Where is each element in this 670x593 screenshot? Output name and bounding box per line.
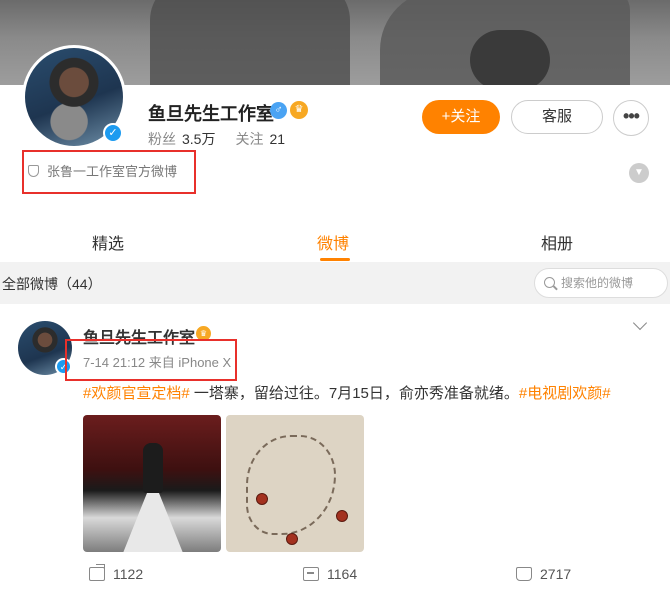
thumbs-up-icon bbox=[516, 567, 532, 581]
hashtag-link[interactable]: #电视剧欢颜# bbox=[519, 385, 611, 402]
more-options-button[interactable]: ••• bbox=[613, 100, 649, 136]
map-marker bbox=[336, 510, 348, 522]
search-input[interactable] bbox=[561, 274, 665, 292]
hashtag-link[interactable]: #欢颜官宣定档# bbox=[83, 385, 190, 402]
map-marker bbox=[256, 493, 268, 505]
profile-name: 鱼旦先生工作室 bbox=[148, 104, 274, 124]
search-icon bbox=[544, 277, 555, 288]
follow-button-label: 关注 bbox=[450, 108, 481, 125]
post-image-map[interactable] bbox=[226, 415, 364, 552]
map-marker bbox=[286, 533, 298, 545]
filter-bar: 全部微博（44） bbox=[0, 262, 670, 304]
profile-stats: 粉丝 3.5万 关注 21 bbox=[148, 129, 305, 149]
shield-icon bbox=[28, 165, 39, 177]
post-body: 一塔寨，留给过往。7月15日，俞亦秀准备就绪。 bbox=[189, 385, 519, 402]
post-meta: 7-14 21:12 来自 iPhone X bbox=[83, 352, 231, 371]
post-actions: 1122 1164 2717 bbox=[0, 558, 670, 588]
description-text: 张鲁一工作室官方微博 bbox=[47, 164, 178, 179]
tab-weibo[interactable]: 微博 bbox=[317, 230, 349, 254]
post-time[interactable]: 7-14 21:12 bbox=[83, 355, 145, 370]
post-source: 来自 iPhone X bbox=[148, 355, 232, 370]
post-text: #欢颜官宣定档# 一塔寨，留给过往。7月15日，俞亦秀准备就绪。#电视剧欢颜# bbox=[83, 382, 611, 403]
followers-label: 粉丝 bbox=[148, 131, 176, 147]
comment-button[interactable]: 1164 bbox=[303, 566, 357, 582]
verified-icon: ✓ bbox=[103, 123, 123, 143]
profile-avatar[interactable]: ✓ bbox=[22, 45, 126, 149]
map-path bbox=[246, 435, 336, 535]
male-icon: ♂ bbox=[270, 102, 287, 119]
all-posts-filter[interactable]: 全部微博（44） bbox=[2, 274, 102, 294]
cover-hands bbox=[470, 30, 550, 85]
poster-road bbox=[123, 493, 183, 552]
chevron-down-icon[interactable]: ▼ bbox=[629, 163, 649, 183]
active-tab-indicator bbox=[320, 258, 350, 261]
share-icon bbox=[89, 564, 105, 581]
followers-count[interactable]: 3.5万 bbox=[182, 131, 215, 147]
tab-featured[interactable]: 精选 bbox=[92, 230, 124, 254]
following-count[interactable]: 21 bbox=[269, 131, 285, 147]
post-card: ✓ 鱼旦先生工作室 ♛ 7-14 21:12 来自 iPhone X #欢颜官宣… bbox=[0, 304, 670, 593]
tab-album[interactable]: 相册 bbox=[541, 230, 573, 254]
profile-description: 张鲁一工作室官方微博 bbox=[22, 150, 196, 194]
customer-service-button[interactable]: 客服 bbox=[511, 100, 603, 134]
comment-icon bbox=[303, 567, 319, 581]
cover-figure-left bbox=[150, 0, 350, 85]
crown-icon[interactable]: ♛ bbox=[290, 101, 308, 119]
comment-count: 1164 bbox=[327, 566, 358, 582]
profile-tabs: 精选 微博 相册 bbox=[0, 218, 670, 262]
post-image-poster[interactable] bbox=[83, 415, 221, 552]
poster-figure bbox=[143, 443, 163, 493]
chevron-down-icon[interactable] bbox=[632, 315, 648, 331]
search-box[interactable] bbox=[534, 268, 668, 298]
like-button[interactable]: 2717 bbox=[516, 566, 571, 582]
follow-button[interactable]: +关注 bbox=[422, 100, 500, 134]
repost-count: 1122 bbox=[113, 566, 144, 582]
like-count: 2717 bbox=[540, 566, 572, 582]
repost-button[interactable]: 1122 bbox=[89, 564, 144, 582]
following-label: 关注 bbox=[235, 131, 264, 147]
